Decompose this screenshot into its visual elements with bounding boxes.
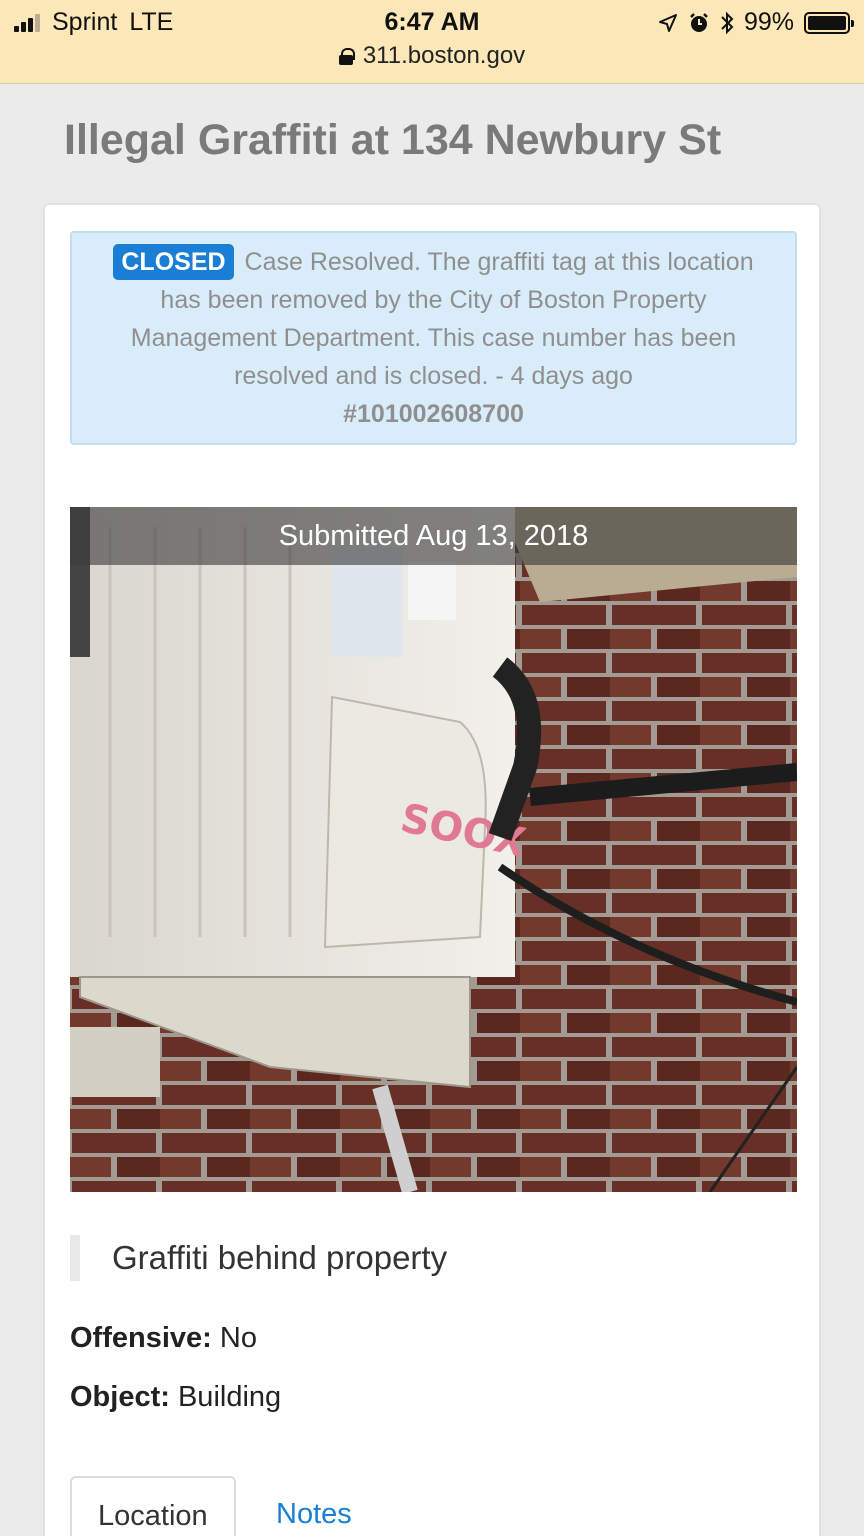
address-bar[interactable]: 311.boston.gov [0, 42, 864, 70]
field-object: Object: Building [70, 1381, 281, 1414]
bluetooth-icon [721, 11, 734, 34]
tab-notes[interactable]: Notes [250, 1476, 378, 1536]
field-label: Offensive: [70, 1322, 212, 1354]
page-title: Illegal Graffiti at 134 Newbury St [64, 116, 722, 164]
case-number: #101002608700 [343, 400, 524, 428]
battery-percent: 99% [743, 8, 794, 36]
tab-location[interactable]: Location [70, 1476, 236, 1536]
status-alert: CLOSED Case Resolved. The graffiti tag a… [70, 231, 797, 445]
lock-icon [338, 47, 355, 65]
battery-icon [804, 11, 854, 34]
status-badge: CLOSED [113, 244, 234, 280]
location-arrow-icon [658, 13, 677, 32]
case-photo[interactable]: SOOX Submitted Aug 13, 2018 [70, 507, 797, 1192]
status-bar: Sprint LTE 6:47 AM 99% 311.boston.gov [0, 0, 864, 84]
photo-caption: Submitted Aug 13, 2018 [70, 507, 797, 565]
field-label: Object: [70, 1381, 170, 1413]
field-value: No [219, 1322, 257, 1354]
case-description: Graffiti behind property [70, 1235, 447, 1281]
case-card: CLOSED Case Resolved. The graffiti tag a… [43, 203, 821, 1536]
url-text: 311.boston.gov [362, 42, 526, 69]
alarm-icon [690, 12, 708, 32]
field-offensive: Offensive: No [70, 1322, 257, 1355]
status-right: 99% [658, 8, 854, 37]
field-value: Building [177, 1381, 282, 1413]
photo-image: SOOX [70, 507, 797, 1192]
detail-tabs: Location Notes [70, 1476, 797, 1536]
